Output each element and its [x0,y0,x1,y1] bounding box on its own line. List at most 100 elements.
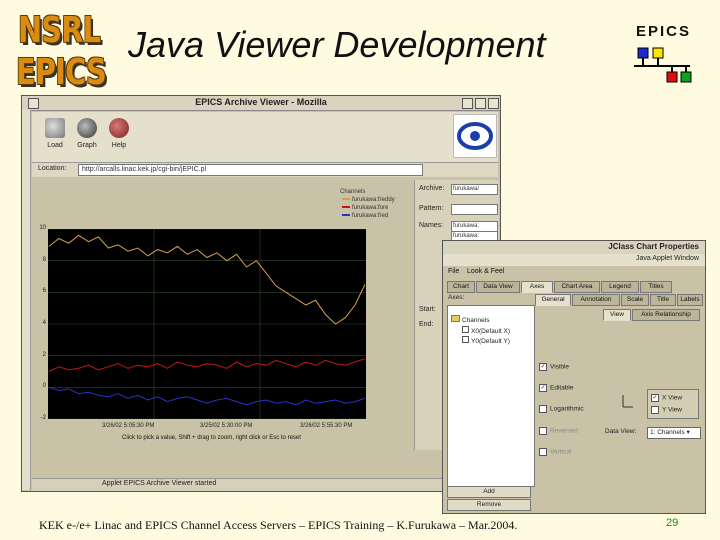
window-menu-button[interactable] [28,98,39,109]
tree-item-x-label: X0(Default X) [471,328,511,335]
x-tick-3: 3/26/02 5:55:30 PM [300,423,353,429]
remove-button[interactable]: Remove [447,499,531,511]
data-view-label: Data View: [605,428,637,435]
x-view-checkbox[interactable]: ✓ X View [651,394,682,402]
graph-label: Graph [77,142,97,149]
axes-label: Axes: [448,294,465,301]
logarithmic-checkbox[interactable]: Logarithmic [539,405,584,413]
properties-titlebar[interactable]: JClass Chart Properties [443,241,705,255]
unchecked-icon [539,405,547,413]
status-text: Applet EPICS Archive Viewer started [102,480,217,487]
pattern-field[interactable] [451,204,498,215]
add-button[interactable]: Add [447,486,531,498]
help-button[interactable]: Help [102,118,136,149]
status-bar: Applet EPICS Archive Viewer started [32,478,498,491]
archive-viewer-title: EPICS Archive Viewer - Mozilla [195,97,327,107]
reversed-checkbox[interactable]: Reversed [539,427,578,435]
tab-legend[interactable]: Legend [601,281,639,293]
load-label: Load [47,142,63,149]
y-tick-label: 4 [42,320,46,326]
y-view-label: Y View [662,406,682,414]
kek-logo [453,114,497,158]
y-tick-label: -2 [40,415,46,421]
x-view-label: X View [662,394,683,402]
tab-general[interactable]: General [535,294,571,306]
close-button[interactable] [488,98,499,109]
tab-view[interactable]: View [603,309,631,321]
logarithmic-label: Logarithmic [550,405,584,413]
folder-icon [451,315,460,322]
series-line-furukawa-fred [48,386,366,406]
y-tick-label: 2 [42,351,46,358]
tab-data-view[interactable]: Data View [476,281,520,293]
tab-chart-area[interactable]: Chart Area [554,281,600,293]
legend-title: Channels [340,189,366,195]
tab-titles[interactable]: Titles [640,281,672,293]
axis-icon [462,326,469,333]
pattern-label: Pattern: [419,205,444,212]
epics-network-label: EPICS [636,23,692,40]
menu-look-and-feel[interactable]: Look & Feel [467,268,504,275]
folder-icon [45,118,65,138]
location-label: Location: [38,165,67,172]
tree-item-y[interactable]: Y0(Default Y) [462,336,510,345]
checked-icon: ✓ [539,384,547,392]
axis-icon [462,336,469,343]
tab-scale[interactable]: Scale [621,294,649,306]
epics-logo-text: EPICS [16,52,107,93]
archive-field[interactable]: furukawa/ [451,184,498,195]
start-label: Start: [419,306,436,313]
legend-label: furukawa:fred [352,213,389,219]
y-view-checkbox[interactable]: Y View [651,406,682,414]
location-bar: Location: http://arcalls.linac.kek.jp/cg… [32,163,498,177]
properties-title: JClass Chart Properties [608,242,699,251]
checked-icon: ✓ [651,394,659,402]
names-label: Names: [419,222,444,229]
series-line-furukawa-fore [48,358,366,372]
archive-plot[interactable] [48,229,366,419]
tree-item-x[interactable]: X0(Default X) [462,326,510,335]
x-tick-1: 3/26/02 5:05:30 PM [102,423,155,429]
unchecked-icon [651,406,659,414]
checked-icon: ✓ [539,363,547,371]
view-options-frame: ✓ X View Y View [647,389,699,419]
editable-checkbox[interactable]: ✓ Editable [539,384,574,392]
minimize-button[interactable] [462,98,473,109]
x-tick-2: 3/25/02 5:30:00 PM [200,423,253,429]
epics-network-icon [634,47,692,83]
browser-toolbar: Load Graph Help [32,112,498,163]
axes-tree[interactable]: Channels X0(Default X) Y0(Default Y) [447,305,535,487]
tab-annotation[interactable]: Annotation [572,294,620,306]
axis-preview-icon [622,395,633,408]
tree-root[interactable]: Channels [451,315,489,324]
tab-axis-relationship[interactable]: Axis Relationship [632,309,700,321]
archive-viewer-window: EPICS Archive Viewer - Mozilla Load Grap… [21,95,501,492]
editable-label: Editable [550,384,574,392]
help-icon [109,118,129,138]
gear-icon [77,118,97,138]
page-number: 29 [666,517,679,529]
legend-item: furukawa:fred [342,213,388,219]
unchecked-icon [539,448,547,456]
tab-chart[interactable]: Chart [447,281,475,293]
end-label: End: [419,321,434,328]
data-view-select[interactable]: 1: Channels ▾ [647,427,701,439]
load-button[interactable]: Load [38,118,72,149]
archive-viewer-titlebar[interactable]: EPICS Archive Viewer - Mozilla [22,96,500,111]
menu-file[interactable]: File [448,268,459,275]
tab-title[interactable]: Title [650,294,676,306]
y-tick-label: 8 [42,256,46,263]
applet-window-bar: Java Applet Window [443,254,705,266]
visible-checkbox[interactable]: ✓ Visible [539,363,569,371]
reversed-label: Reversed [550,427,578,435]
maximize-button[interactable] [475,98,486,109]
vertical-checkbox[interactable]: Vertical [539,448,571,456]
tree-item-y-label: Y0(Default Y) [471,338,510,345]
tab-axes[interactable]: Axes [521,281,553,293]
data-view-value: 1: Channels [650,429,685,436]
location-input[interactable]: http://arcalls.linac.kek.jp/cgi-bin/jEPI… [78,164,423,176]
graph-button[interactable]: Graph [70,118,104,149]
chart-properties-window: JClass Chart Properties Java Applet Wind… [442,240,706,514]
tab-labels[interactable]: Labels [677,294,703,306]
chart-hint: Click to pick a value, Shift + drag to z… [122,435,301,441]
